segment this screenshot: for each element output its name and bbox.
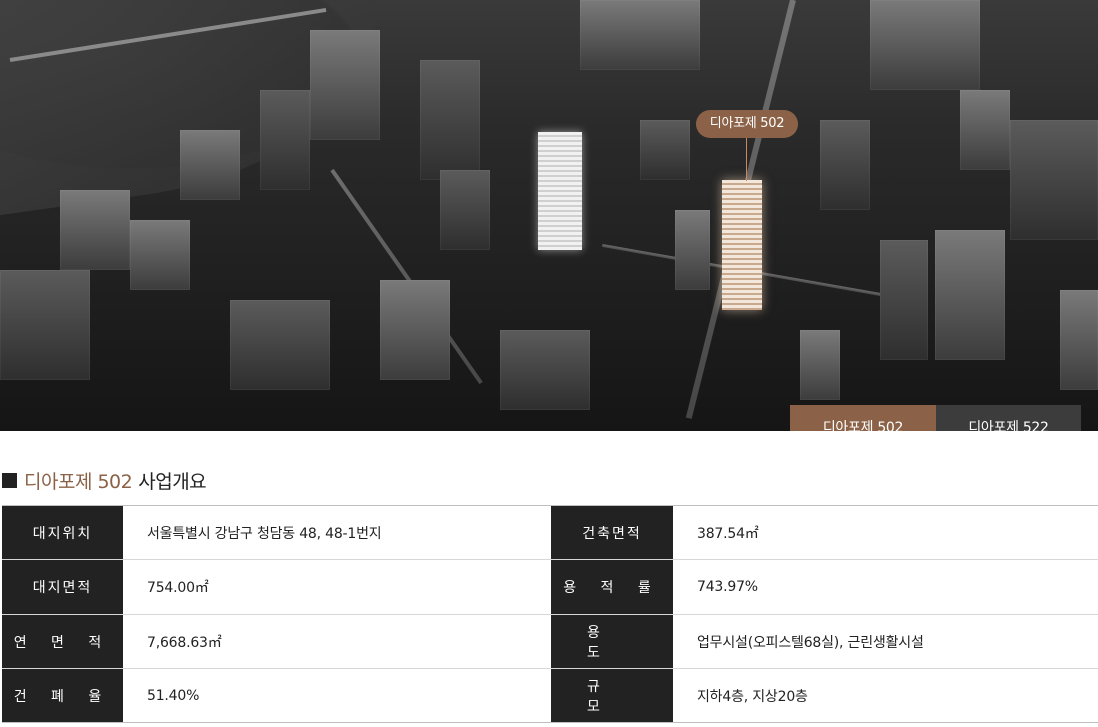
building — [180, 130, 240, 200]
building — [1010, 120, 1098, 240]
tab-diapose-502[interactable]: 디아포제 502 — [790, 405, 936, 431]
building — [935, 230, 1005, 360]
table-row: 연 면 적 7,668.63㎡ 용 도 업무시설(오피스텔68실), 근린생활시… — [2, 615, 1098, 669]
building — [640, 120, 690, 180]
row-label: 규 모 — [551, 669, 673, 722]
row-label: 건축면적 — [551, 506, 673, 559]
row-label: 대지위치 — [2, 506, 123, 559]
project-overview-table: 대지위치 서울특별시 강남구 청담동 48, 48-1번지 건축면적 387.5… — [2, 505, 1098, 723]
table-row: 대지위치 서울특별시 강남구 청담동 48, 48-1번지 건축면적 387.5… — [2, 506, 1098, 560]
building — [960, 90, 1010, 170]
building — [800, 330, 840, 400]
building — [60, 190, 130, 270]
building — [500, 330, 590, 410]
building — [820, 120, 870, 210]
building — [880, 240, 928, 360]
aerial-city-photo: 디아포제 502 디아포제 502 디아포제 522 — [0, 0, 1098, 431]
row-value: 7,668.63㎡ — [147, 634, 222, 651]
row-value: 지하4층, 지상20층 — [697, 688, 808, 705]
row-value: 754.00㎡ — [147, 580, 209, 596]
row-value: 743.97% — [697, 579, 758, 595]
callout-leader-line — [746, 137, 747, 181]
neighbor-tower — [538, 132, 582, 250]
building — [420, 60, 480, 180]
building — [0, 270, 90, 380]
building — [580, 0, 700, 70]
project-tabs: 디아포제 502 디아포제 522 — [790, 405, 1081, 431]
building — [675, 210, 710, 290]
building — [870, 0, 980, 90]
square-bullet-icon — [2, 472, 17, 488]
building — [1060, 290, 1098, 390]
table-row: 건 폐 율 51.40% 규 모 지하4층, 지상20층 — [2, 669, 1098, 723]
row-label: 건 폐 율 — [2, 669, 123, 722]
building — [130, 220, 190, 290]
row-label: 용 도 — [551, 615, 673, 668]
row-value: 업무시설(오피스텔68실), 근린생활시설 — [697, 634, 924, 651]
section-title: 디아포제 502 사업개요 — [2, 466, 207, 494]
row-label: 대지면적 — [2, 560, 123, 614]
table-row: 대지면적 754.00㎡ 용 적 률 743.97% — [2, 560, 1098, 615]
tower-callout-label: 디아포제 502 — [696, 110, 798, 138]
building — [230, 300, 330, 390]
row-value: 51.40% — [147, 687, 200, 704]
section-title-text: 사업개요 — [138, 470, 207, 493]
building — [380, 280, 450, 380]
diapose-502-tower — [722, 180, 762, 310]
building — [310, 30, 380, 140]
tab-diapose-522[interactable]: 디아포제 522 — [936, 405, 1081, 431]
row-value: 서울특별시 강남구 청담동 48, 48-1번지 — [147, 525, 382, 542]
section-title-accent: 디아포제 502 — [24, 470, 133, 493]
row-label: 용 적 률 — [551, 560, 673, 614]
row-value: 387.54㎡ — [697, 525, 759, 542]
building — [440, 170, 490, 250]
row-label: 연 면 적 — [2, 615, 123, 668]
building — [260, 90, 310, 190]
